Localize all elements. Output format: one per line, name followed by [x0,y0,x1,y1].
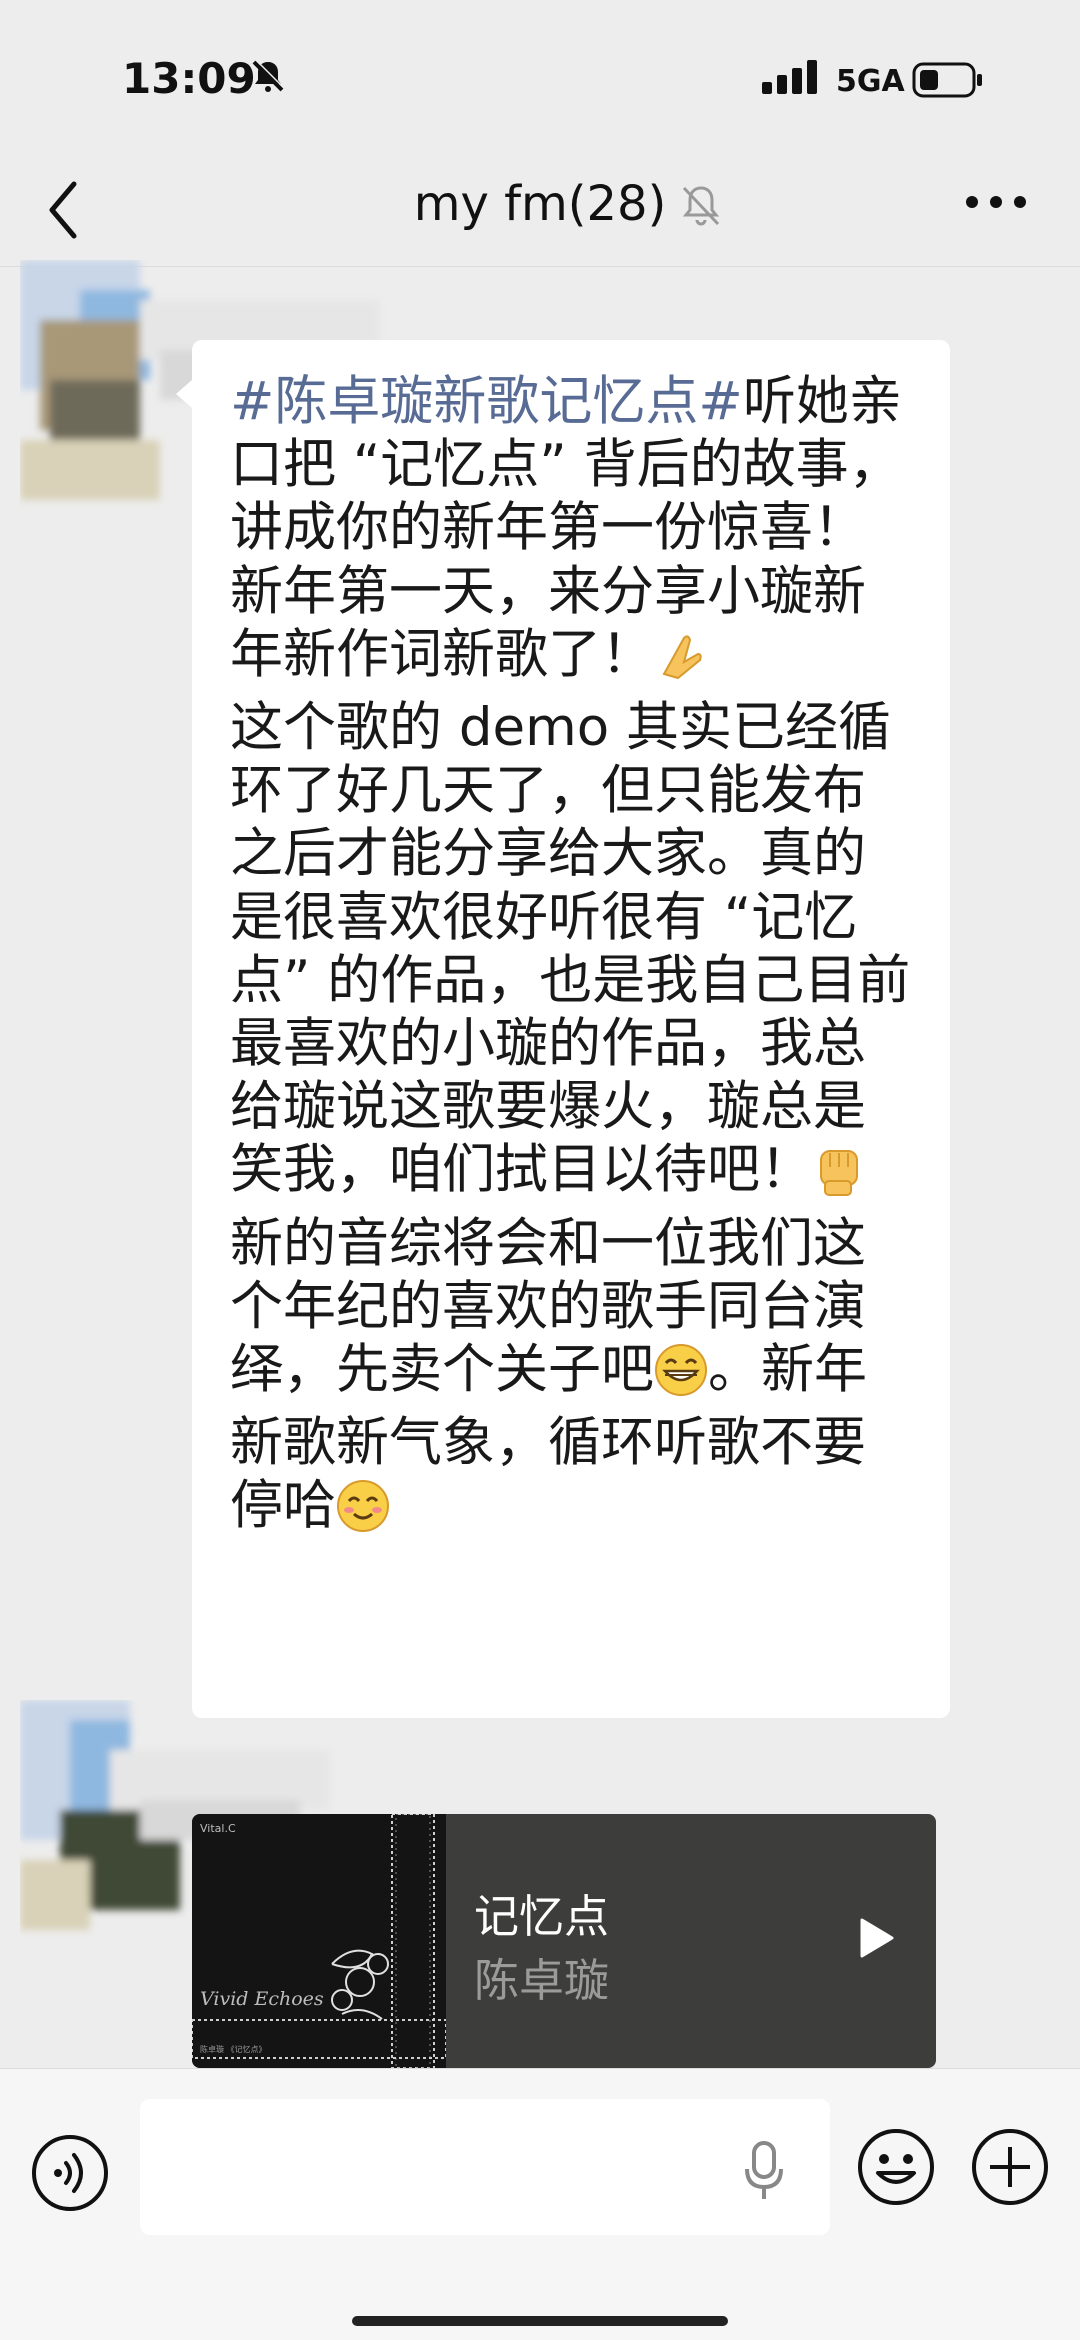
microphone-icon[interactable] [744,2141,784,2205]
signal-icon [762,60,820,98]
status-time: 13:09 [122,54,256,103]
avatar[interactable] [20,1700,330,1930]
grinning-face-emoji [654,1343,708,1411]
chat-header: my fm(28) [0,160,1080,267]
song-title: 记忆点 [474,1890,610,1943]
hashtag-link[interactable]: #陈卓璇新歌记忆点# [230,371,743,432]
emoji-icon[interactable] [856,2127,936,2211]
album-cover: Vital.C Vivid Echoes 陈卓璇 《记忆点》 [192,1814,446,2068]
chat-title: my fm(28) [413,176,667,232]
message-input[interactable] [140,2099,830,2235]
avatar[interactable] [20,260,380,500]
battery-icon [912,62,984,102]
song-artist: 陈卓璇 [474,1954,610,2007]
praying-hands-emoji [654,632,704,696]
bell-slash-icon [680,182,722,232]
play-icon[interactable] [856,1916,896,1964]
message-bubble[interactable]: #陈卓璇新歌记忆点#听她亲口把 “记忆点” 背后的故事，讲成你的新年第一份惊喜！… [176,340,950,1718]
smiling-face-emoji [336,1479,390,1547]
network-type: 5GA [836,64,905,99]
album-bottom-text: 陈卓璇 《记忆点》 [200,2045,267,2054]
raised-fist-emoji [813,1141,863,1211]
more-icon[interactable] [964,194,1028,214]
home-indicator [352,2316,728,2326]
bell-slash-icon [250,58,286,98]
message-text: #陈卓璇新歌记忆点#听她亲口把 “记忆点” 背后的故事，讲成你的新年第一份惊喜！… [230,370,914,1548]
status-bar: 13:09 5GA [0,0,1080,160]
message-text-part: 这个歌的 demo 其实已经循环了好几天了，但只能发布之后才能分享给大家。真的是… [230,697,911,1201]
voice-icon[interactable] [30,2133,110,2217]
album-top-text: Vital.C [200,1822,236,1835]
music-card[interactable]: Vital.C Vivid Echoes 陈卓璇 《记忆点》 记忆点 陈卓璇 [192,1814,936,2068]
album-title-text: Vivid Echoes [200,1988,324,2010]
plus-icon[interactable] [970,2127,1050,2211]
input-bar [0,2068,1080,2340]
